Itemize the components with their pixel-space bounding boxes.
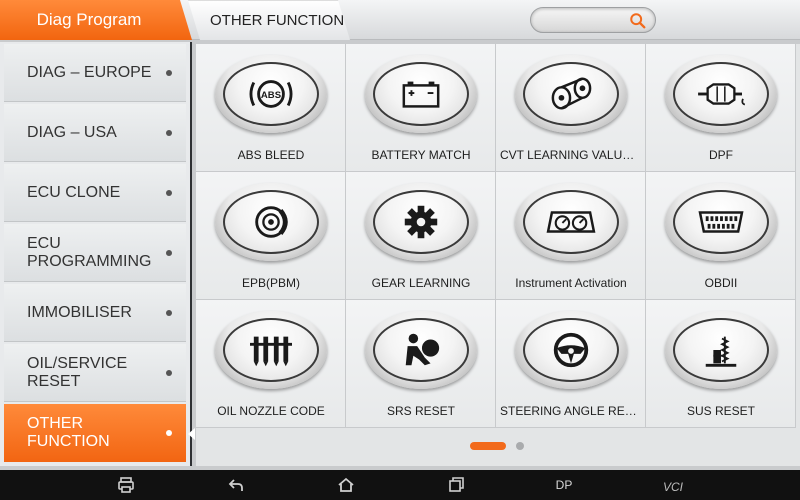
tab-diag-program[interactable]: Diag Program <box>0 0 192 40</box>
function-button[interactable] <box>515 311 627 389</box>
function-epb-pbm[interactable]: EPB(PBM) <box>196 172 346 300</box>
sidebar-item-label: OIL/SERVICE RESET <box>27 354 128 390</box>
function-button[interactable] <box>215 311 327 389</box>
page-dot-active[interactable] <box>470 442 506 450</box>
function-label: CVT LEARNING VALUE··· <box>500 148 643 162</box>
function-label: OIL NOZZLE CODE <box>217 404 325 418</box>
function-abs-bleed[interactable]: ABS ABS BLEED <box>196 44 346 172</box>
function-label: BATTERY MATCH <box>371 148 471 162</box>
dpf-filter-icon <box>698 83 746 106</box>
function-panel: ABS ABS BLEED BATTERY MATCH CVT LEARNING… <box>196 44 800 466</box>
function-label: Instrument Activation <box>515 276 627 290</box>
recent-apps-icon[interactable] <box>446 475 466 495</box>
page-dot[interactable] <box>516 442 524 450</box>
abs-icon: ABS <box>249 80 293 108</box>
function-label: STEERING ANGLE RESET <box>500 404 646 418</box>
function-srs-reset[interactable]: SRS RESET <box>346 300 496 428</box>
bullet-icon <box>166 250 172 256</box>
print-icon[interactable] <box>116 475 136 495</box>
back-icon[interactable] <box>226 475 246 495</box>
injector-icon <box>250 336 292 367</box>
function-label: EPB(PBM) <box>241 276 300 290</box>
function-dpf[interactable]: DPF <box>646 44 796 172</box>
sidebar-item-diag-europe[interactable]: DIAG – EUROPE <box>4 44 186 102</box>
function-cvt-learning-value[interactable]: CVT LEARNING VALUE··· <box>496 44 646 172</box>
function-oil-nozzle-code[interactable]: OIL NOZZLE CODE <box>196 300 346 428</box>
function-label: ABS BLEED <box>237 148 305 162</box>
sidebar-item-label: IMMOBILISER <box>27 303 132 321</box>
svg-text:ABS: ABS <box>261 90 281 101</box>
cvt-belt-icon <box>551 77 592 110</box>
top-bar: Diag Program OTHER FUNCTION <box>0 0 800 40</box>
function-button[interactable] <box>515 183 627 261</box>
sidebar-item-label: ECU CLONE <box>27 183 121 201</box>
sidebar-item-label: ECU PROGRAMMING <box>27 234 152 270</box>
function-grid: ABS ABS BLEED BATTERY MATCH CVT LEARNING… <box>196 44 798 428</box>
sidebar-item-oil-service-reset[interactable]: OIL/SERVICE RESET <box>4 344 186 402</box>
search-input[interactable] <box>530 7 656 33</box>
function-button[interactable] <box>665 55 777 133</box>
sidebar-item-label: DIAG – USA <box>27 123 117 141</box>
function-button[interactable] <box>665 311 777 389</box>
bullet-icon <box>166 310 172 316</box>
bullet-icon <box>166 370 172 376</box>
steering-wheel-icon <box>553 332 589 368</box>
gear-icon <box>404 205 438 239</box>
tab-other-function[interactable]: OTHER FUNCTION <box>188 0 350 40</box>
function-gear-learning[interactable]: GEAR LEARNING <box>346 172 496 300</box>
sidebar-item-immobiliser[interactable]: IMMOBILISER <box>4 284 186 342</box>
airbag-icon <box>405 333 440 366</box>
instrument-cluster-icon <box>546 211 596 233</box>
function-button[interactable] <box>515 55 627 133</box>
bullet-icon <box>166 130 172 136</box>
home-icon[interactable] <box>336 475 356 495</box>
search-icon[interactable] <box>629 12 647 30</box>
sidebar-item-ecu-clone[interactable]: ECU CLONE <box>4 164 186 222</box>
battery-icon <box>402 81 440 108</box>
sidebar-item-other-function[interactable]: OTHER FUNCTION <box>4 404 186 462</box>
page-indicator <box>470 442 524 450</box>
function-steering-angle-reset[interactable]: STEERING ANGLE RESET <box>496 300 646 428</box>
bullet-icon <box>166 70 172 76</box>
brake-disc-icon <box>255 206 288 238</box>
function-button[interactable]: ABS <box>215 55 327 133</box>
sidebar-item-label: OTHER FUNCTION <box>27 415 110 450</box>
suspension-icon <box>705 336 737 367</box>
sidebar-item-label: DIAG – EUROPE <box>27 63 152 81</box>
function-label: SRS RESET <box>386 404 455 418</box>
active-pointer-icon <box>188 428 195 440</box>
function-label: DPF <box>709 148 733 162</box>
function-button[interactable] <box>215 183 327 261</box>
sidebar: DIAG – EUROPE DIAG – USA ECU CLONE ECU P… <box>0 42 192 466</box>
function-label: GEAR LEARNING <box>371 276 471 290</box>
function-instrument-activation[interactable]: Instrument Activation <box>496 172 646 300</box>
sidebar-item-ecu-programming[interactable]: ECU PROGRAMMING <box>4 224 186 282</box>
function-battery-match[interactable]: BATTERY MATCH <box>346 44 496 172</box>
function-obdii[interactable]: OBDII <box>646 172 796 300</box>
function-label: OBDII <box>704 276 738 290</box>
sidebar-item-diag-usa[interactable]: DIAG – USA <box>4 104 186 162</box>
function-button[interactable] <box>365 311 477 389</box>
vci-status: VCI <box>662 480 683 494</box>
bullet-icon <box>166 430 172 436</box>
function-button[interactable] <box>365 55 477 133</box>
obd-connector-icon <box>698 211 744 233</box>
bullet-icon <box>166 190 172 196</box>
function-label: SUS RESET <box>686 404 755 418</box>
function-sus-reset[interactable]: SUS RESET <box>646 300 796 428</box>
dp-button[interactable]: DP <box>550 475 578 495</box>
function-button[interactable] <box>665 183 777 261</box>
function-button[interactable] <box>365 183 477 261</box>
system-nav-bar: DP VCI <box>0 470 800 500</box>
